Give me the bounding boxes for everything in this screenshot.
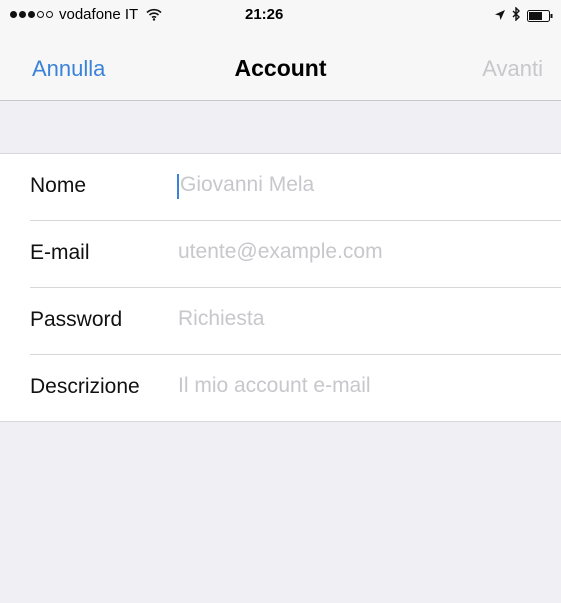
page-title: Account — [234, 55, 327, 81]
next-button[interactable]: Avanti — [482, 56, 543, 82]
email-field[interactable] — [178, 240, 538, 264]
form-row-email[interactable]: E-mail — [0, 221, 561, 287]
description-label: Descrizione — [30, 375, 140, 398]
status-time: 21:26 — [245, 6, 284, 23]
description-field[interactable] — [178, 374, 538, 398]
name-label: Nome — [30, 174, 87, 197]
password-label: Password — [30, 308, 123, 331]
status-left: vodafone IT — [10, 6, 162, 23]
status-bar: vodafone IT 21:26 — [0, 0, 561, 30]
form-row-password[interactable]: Password — [0, 288, 561, 354]
name-field[interactable] — [180, 173, 540, 197]
status-right — [494, 6, 553, 25]
text-cursor — [177, 174, 179, 199]
navigation-bar: Annulla Account Avanti — [0, 30, 561, 101]
password-field[interactable] — [178, 307, 538, 331]
email-label: E-mail — [30, 241, 90, 264]
location-arrow-icon — [494, 8, 506, 25]
bluetooth-icon — [512, 6, 521, 25]
form-row-description[interactable]: Descrizione — [0, 355, 561, 421]
form-row-name[interactable]: Nome — [0, 154, 561, 220]
carrier-name: vodafone IT — [59, 6, 139, 23]
battery-icon — [527, 10, 553, 22]
account-form: Nome E-mail Password Descrizione — [0, 153, 561, 422]
wifi-icon — [146, 8, 162, 21]
signal-strength-icon — [10, 11, 53, 18]
